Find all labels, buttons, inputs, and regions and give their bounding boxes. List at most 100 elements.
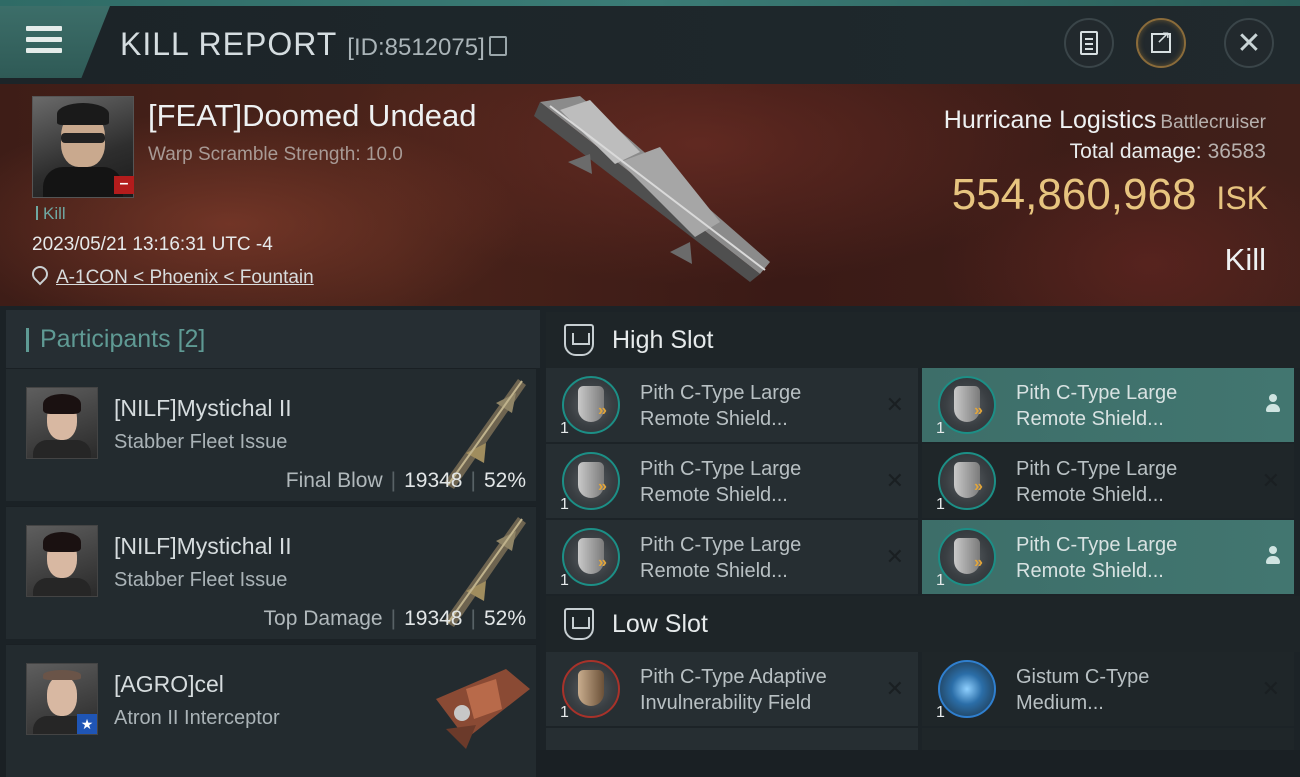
total-damage-label: Total damage: [1069,140,1202,163]
slot-icon [564,324,594,356]
location-link[interactable]: A-1CON < Phoenix < Fountain [56,267,314,288]
clipboard-icon [1080,31,1098,55]
kill-timestamp: 2023/05/21 13:16:31 UTC -4 [32,234,273,255]
remote-shield-module-icon: » [562,452,620,510]
share-button[interactable] [1136,18,1186,68]
participants-label: Participants [40,325,171,353]
module-quantity: 1 [936,496,945,513]
participant-row[interactable]: ★ [AGRO]cel Atron II Interceptor [6,644,536,777]
participant-name: [NILF]Mystichal II [114,533,292,559]
module-name: Pith C-Type Large Remote Shield... [1016,382,1178,430]
remote-shield-module-icon: » [938,452,996,510]
user-icon [1266,394,1280,414]
total-damage-value: 36583 [1207,140,1266,163]
module-name: Pith C-Type Large Remote Shield... [1016,534,1178,582]
page-title: KILL REPORT [ID:8512075] [120,26,507,63]
participant-percent: 52% [483,607,526,630]
module-name: Pith C-Type Large Remote Shield... [1016,458,1178,506]
ship-class: Battlecruiser [1160,112,1266,133]
menu-icon [26,26,62,59]
total-damage: Total damage: 36583 [1070,140,1266,164]
x-icon: ✕ [885,392,904,417]
high-slot-label: High Slot [612,326,714,354]
close-icon: ✕ [1236,26,1262,60]
module-item[interactable] [922,728,1294,750]
kill-location[interactable]: A-1CON < Phoenix < Fountain [28,262,314,289]
participant-ship: Stabber Fleet Issue [114,569,288,591]
kill-tag: Kill [36,204,66,224]
module-quantity: 1 [936,572,945,589]
slot-icon [564,608,594,640]
isk-amount: 554,860,968 [951,170,1197,219]
participant-avatar[interactable] [26,387,98,459]
participant-avatar[interactable] [26,525,98,597]
module-quantity: 1 [560,572,569,589]
participant-row[interactable]: [NILF]Mystichal II Stabber Fleet Issue T… [6,506,536,639]
loss-badge-icon: – [114,176,134,194]
invulnerability-field-icon [562,660,620,718]
module-item[interactable]: 1 Gistum C-Type Medium... ✕ [922,652,1294,726]
participant-ship: Atron II Interceptor [114,707,280,729]
participants-panel: Participants [2] [NILF]Mystichal II Stab… [0,306,540,777]
participant-damage: 19348 [404,469,463,492]
kill-result: Kill [1224,242,1266,277]
remote-shield-module-icon: » [562,376,620,434]
participant-avatar[interactable]: ★ [26,663,98,735]
share-icon [1151,27,1171,53]
warp-scramble-strength: Warp Scramble Strength: 10.0 [148,144,403,165]
x-icon: ✕ [885,468,904,493]
x-icon: ✕ [1261,468,1280,493]
victim-name[interactable]: [FEAT]Doomed Undead [148,98,477,134]
clipboard-button[interactable] [1064,18,1114,68]
x-icon: ✕ [885,676,904,701]
user-icon [1266,546,1280,566]
module-item[interactable]: » 1 Pith C-Type Large Remote Shield... ✕ [546,520,918,594]
header-bar: KILL REPORT [ID:8512075] ✕ [0,0,1300,84]
star-icon: ★ [77,714,97,734]
module-quantity: 1 [560,704,569,721]
participant-damage: 19348 [404,607,463,630]
participant-ship: Stabber Fleet Issue [114,431,288,453]
menu-button[interactable] [0,6,110,78]
remote-shield-module-icon: » [938,528,996,586]
report-id: [ID:8512075] [347,34,485,61]
high-slot-header: High Slot [546,312,1300,368]
participant-stats: Top Damage | 19348 | 52% [263,607,526,630]
x-icon: ✕ [885,544,904,569]
close-button[interactable]: ✕ [1224,18,1274,68]
location-pin-icon [28,262,52,286]
participant-name: [AGRO]cel [114,671,224,697]
participants-count: [2] [177,325,206,353]
module-quantity: 1 [936,704,945,721]
module-name: Gistum C-Type Medium... [1016,666,1150,714]
module-item[interactable]: 1 Pith C-Type Adaptive Invulnerability Fi… [546,652,918,726]
participant-ship-image [436,669,530,749]
copy-icon[interactable] [488,36,507,56]
module-item[interactable]: » 1 Pith C-Type Large Remote Shield... [922,520,1294,594]
shield-extender-icon [938,660,996,718]
module-item[interactable]: » 1 Pith C-Type Large Remote Shield... ✕ [922,444,1294,518]
module-name: Pith C-Type Large Remote Shield... [640,458,802,506]
participant-name: [NILF]Mystichal II [114,395,292,421]
participant-percent: 52% [483,469,526,492]
participant-stats: Final Blow | 19348 | 52% [285,469,526,492]
module-item[interactable] [546,728,918,750]
fitting-panel: High Slot » 1 Pith C-Type Large Remote Sh… [540,306,1300,750]
page-title-text: KILL REPORT [120,26,338,62]
participants-header: Participants [2] [6,310,540,368]
module-item[interactable]: » 1 Pith C-Type Large Remote Shield... ✕ [546,444,918,518]
isk-value: 554,860,968 ISK [952,170,1268,220]
module-quantity: 1 [560,420,569,437]
module-quantity: 1 [936,420,945,437]
x-icon: ✕ [1261,676,1280,701]
module-name: Pith C-Type Large Remote Shield... [640,382,802,430]
victim-banner: – [FEAT]Doomed Undead Warp Scramble Stre… [0,84,1300,306]
participant-row[interactable]: [NILF]Mystichal II Stabber Fleet Issue F… [6,368,536,501]
module-item[interactable]: » 1 Pith C-Type Large Remote Shield... [922,368,1294,442]
participant-role: Top Damage [263,607,383,630]
ship-name: Hurricane Logistics [943,106,1157,134]
remote-shield-module-icon: » [562,528,620,586]
victim-ship[interactable]: Hurricane Logistics Battlecruiser [944,106,1266,135]
module-item[interactable]: » 1 Pith C-Type Large Remote Shield... ✕ [546,368,918,442]
module-name: Pith C-Type Large Remote Shield... [640,534,802,582]
